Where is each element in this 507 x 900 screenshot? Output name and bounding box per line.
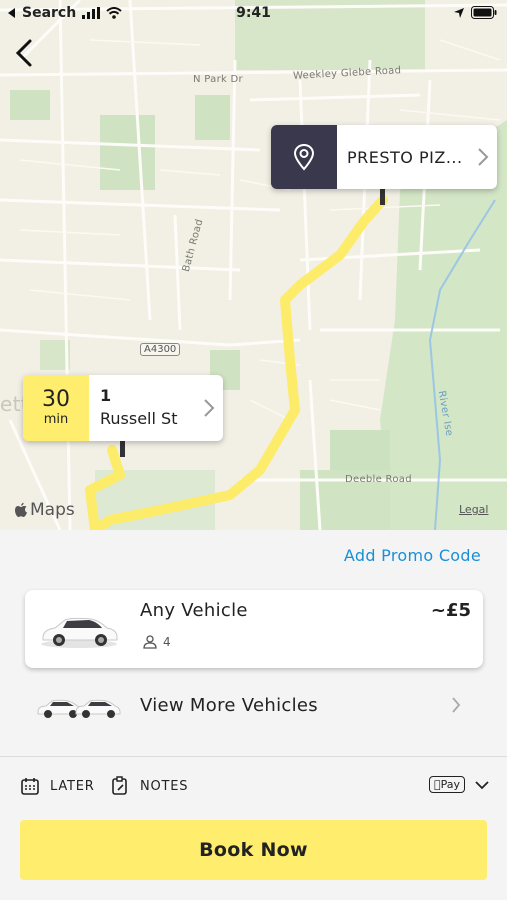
add-promo-code-link[interactable]: Add Promo Code [344,546,481,565]
eta-box: 30 min [23,375,89,441]
apple-pay-badge: Pay [429,776,465,793]
notes-option[interactable]: NOTES [110,776,188,796]
apple-icon:  [434,778,441,791]
chevron-right-icon [452,697,461,713]
map-canvas [0,0,507,530]
payment-badge-label: Pay [440,778,460,791]
cars-icon [37,699,121,718]
status-bar: Search 9:41 [0,0,507,28]
vehicle-price: ~£5 [430,600,471,621]
booking-options-row: LATER NOTES Pay [0,774,507,804]
location-arrow-icon [454,7,464,18]
maps-brand-label: Maps [30,500,75,520]
notes-label: NOTES [140,778,189,794]
eta-unit: min [43,412,69,427]
origin-marker-stem [120,441,125,457]
road-label-n-park-dr: N Park Dr [193,74,243,85]
destination-marker[interactable]: PRESTO PIZ... [271,125,497,189]
origin-address-line1: 1 [100,386,112,405]
payment-method-selector[interactable]: Pay [429,776,489,793]
destination-name: PRESTO PIZ... [347,147,463,167]
origin-address-line2: Russell St [100,409,178,428]
road-label-deeble-road: Deeble Road [345,474,412,485]
booking-sheet: Add Promo Code Any Vehicle 4 ~£5 View Mo… [0,530,507,900]
route-map[interactable]: N Park Dr Weekley Glebe Road Bath Road A… [0,0,507,530]
chevron-down-icon [475,780,489,789]
status-time: 9:41 [236,5,271,21]
vehicle-seats: 4 [143,635,171,649]
status-right [453,6,497,19]
passenger-icon [143,635,157,649]
later-label: LATER [50,778,95,794]
origin-marker[interactable]: 30 min 1 Russell St [23,375,223,441]
destination-marker-stem [380,189,385,205]
seat-count: 4 [163,635,171,649]
origin-address: 1 Russell St [89,375,195,441]
view-more-vehicles-label: View More Vehicles [140,695,318,716]
chevron-right-icon [469,125,497,189]
road-badge-a4300: A4300 [140,343,181,356]
notes-icon [112,776,127,795]
vehicle-option-card[interactable]: Any Vehicle 4 ~£5 [25,590,483,668]
back-button[interactable] [10,36,40,70]
vehicle-name: Any Vehicle [140,600,248,621]
calendar-icon [21,778,39,795]
section-divider [0,756,507,757]
apple-icon [15,502,27,517]
later-option[interactable]: LATER [20,776,95,796]
book-now-button[interactable]: Book Now [20,820,487,880]
chevron-left-icon [15,39,32,67]
eta-value: 30 [42,387,70,412]
car-icon [41,617,118,648]
legal-link[interactable]: Legal [459,503,488,516]
view-more-vehicles-row[interactable]: View More Vehicles [0,678,507,734]
chevron-right-icon [195,375,223,441]
apple-maps-logo: Maps [14,500,75,520]
battery-icon [471,6,497,19]
location-pin-icon [271,125,337,189]
